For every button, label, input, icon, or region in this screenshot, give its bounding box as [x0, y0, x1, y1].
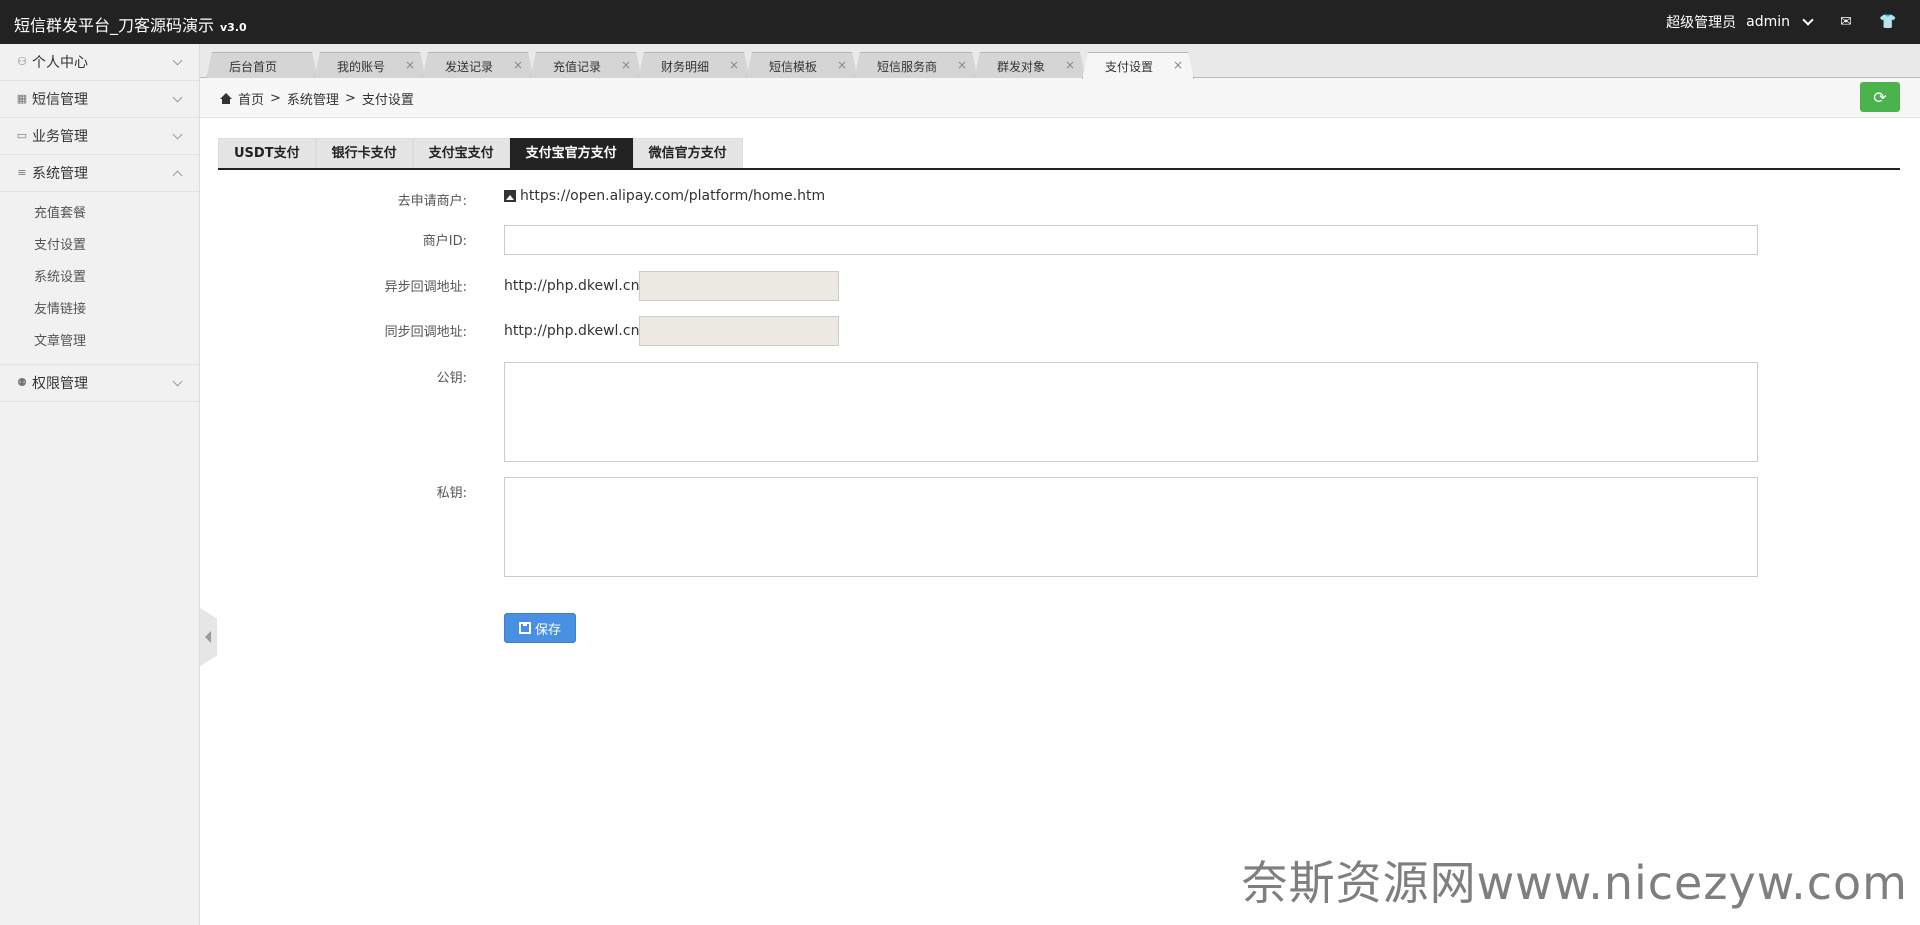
sidebar-subitem-recharge-package[interactable]: 充值套餐 — [0, 198, 199, 230]
sidebar-item-permissions[interactable]: ⚉ 权限管理 — [0, 365, 199, 402]
tab-wechat-official[interactable]: 微信官方支付 — [632, 138, 743, 168]
mail-icon[interactable]: ✉ — [1838, 14, 1854, 30]
grid-icon: ▦ — [16, 92, 28, 105]
tab-usdt[interactable]: USDT支付 — [218, 138, 316, 168]
tab-bank-card[interactable]: 银行卡支付 — [315, 138, 413, 168]
breadcrumb-current: 支付设置 — [361, 93, 414, 108]
apply-label: 去申请商户: — [397, 194, 467, 209]
user-role: 超级管理员 — [1666, 15, 1737, 31]
sidebar-subitem-payment-settings[interactable]: 支付设置 — [0, 230, 199, 262]
chevron-down-icon — [1802, 14, 1814, 26]
user-icon: ⚇ — [17, 55, 27, 68]
sync-callback-input[interactable] — [639, 316, 840, 346]
tab-send-records[interactable]: 发送记录 × — [422, 52, 534, 79]
inbox-icon: ▭ — [16, 129, 28, 142]
sidebar: ⚇ 个人中心 ▦ 短信管理 ▭ 业务管理 ≡ 系统管理 充值套餐 支付设置 系统… — [0, 44, 200, 925]
close-icon[interactable]: × — [729, 58, 739, 72]
sidebar-item-sms[interactable]: ▦ 短信管理 — [0, 81, 199, 118]
close-icon[interactable]: × — [621, 58, 631, 72]
tab-dashboard[interactable]: 后台首页 — [206, 52, 318, 79]
chevron-down-icon — [172, 55, 183, 66]
database-icon: ≡ — [17, 166, 27, 179]
user-name: admin — [1746, 14, 1790, 30]
chevron-down-icon — [172, 92, 183, 103]
close-icon[interactable]: × — [1173, 58, 1183, 72]
refresh-button[interactable]: ⟳ — [1860, 82, 1900, 112]
user-menu[interactable]: 超级管理员 admin — [1666, 12, 1814, 32]
breadcrumb-level1[interactable]: 系统管理 — [287, 89, 339, 108]
chevron-down-icon — [172, 376, 183, 387]
system-submenu: 充值套餐 支付设置 系统设置 友情链接 文章管理 — [0, 192, 199, 365]
home-icon — [220, 92, 232, 105]
tab-bar: 后台首页 我的账号 × 发送记录 × 充值记录 × 财务明细 × 短信模板 × … — [200, 44, 1920, 78]
sync-callback-prefix: http://php.dkewl.cn — [504, 323, 640, 339]
async-callback-label: 异步回调地址: — [384, 280, 467, 295]
chevron-down-icon — [172, 129, 183, 140]
sidebar-item-personal[interactable]: ⚇ 个人中心 — [0, 44, 199, 81]
app-version: v3.0 — [220, 21, 247, 34]
close-icon[interactable]: × — [1065, 58, 1075, 72]
breadcrumb-separator: > — [270, 91, 281, 106]
public-key-textarea[interactable] — [504, 362, 1758, 462]
async-callback-input[interactable] — [639, 271, 840, 301]
tab-sms-templates[interactable]: 短信模板 × — [746, 52, 858, 79]
merchant-id-label: 商户ID: — [422, 234, 467, 249]
sidebar-subitem-system-settings[interactable]: 系统设置 — [0, 262, 199, 294]
tab-my-account[interactable]: 我的账号 × — [314, 52, 426, 79]
sidebar-subitem-articles[interactable]: 文章管理 — [0, 326, 199, 358]
top-right-area: 超级管理员 admin ✉ 👕 — [1666, 12, 1897, 32]
watermark: 奈斯资源网www.nicezyw.com — [1241, 856, 1908, 910]
save-button[interactable]: 保存 — [504, 613, 576, 643]
sync-callback-label: 同步回调地址: — [384, 325, 467, 340]
sidebar-collapse-handle[interactable] — [200, 608, 217, 666]
image-icon — [504, 190, 516, 202]
breadcrumb: 首页 > 系统管理 > 支付设置 — [220, 89, 414, 108]
tab-payment-settings[interactable]: 支付设置 × — [1082, 52, 1194, 79]
floppy-icon — [518, 622, 531, 634]
tab-sms-providers[interactable]: 短信服务商 × — [854, 52, 978, 79]
sidebar-item-system[interactable]: ≡ 系统管理 — [0, 155, 199, 192]
chevron-up-icon — [172, 170, 183, 181]
tab-finance[interactable]: 财务明细 × — [638, 52, 750, 79]
close-icon[interactable]: × — [957, 58, 967, 72]
payment-method-tabs: USDT支付 银行卡支付 支付宝支付 支付宝官方支付 微信官方支付 — [218, 138, 1900, 170]
tab-alipay[interactable]: 支付宝支付 — [412, 138, 510, 168]
refresh-icon: ⟳ — [1873, 87, 1887, 107]
sidebar-subitem-friend-links[interactable]: 友情链接 — [0, 294, 199, 326]
public-key-label: 公钥: — [436, 371, 467, 386]
tshirt-icon[interactable]: 👕 — [1879, 14, 1896, 30]
app-title: 短信群发平台_刀客源码演示 v3.0 — [14, 16, 247, 35]
breadcrumb-bar: 首页 > 系统管理 > 支付设置 ⟳ — [200, 78, 1920, 118]
tab-targets[interactable]: 群发对象 × — [974, 52, 1086, 79]
close-icon[interactable]: × — [837, 58, 847, 72]
breadcrumb-home[interactable]: 首页 — [238, 89, 264, 108]
tab-alipay-official[interactable]: 支付宝官方支付 — [509, 138, 633, 168]
sidebar-item-business[interactable]: ▭ 业务管理 — [0, 118, 199, 155]
apply-field: https://open.alipay.com/platform/home.ht… — [504, 188, 825, 204]
private-key-label: 私钥: — [436, 486, 467, 501]
apply-link[interactable]: https://open.alipay.com/platform/home.ht… — [520, 188, 825, 204]
users-icon: ⚉ — [17, 376, 27, 389]
caret-left-icon — [205, 631, 211, 643]
async-callback-prefix: http://php.dkewl.cn — [504, 278, 640, 294]
close-icon[interactable]: × — [405, 58, 415, 72]
private-key-textarea[interactable] — [504, 477, 1758, 577]
breadcrumb-separator: > — [344, 91, 356, 106]
top-bar: 短信群发平台_刀客源码演示 v3.0 超级管理员 admin ✉ 👕 — [0, 0, 1920, 44]
tab-recharge-records[interactable]: 充值记录 × — [530, 52, 642, 79]
merchant-id-input[interactable] — [504, 225, 1758, 255]
close-icon[interactable]: × — [513, 58, 523, 72]
